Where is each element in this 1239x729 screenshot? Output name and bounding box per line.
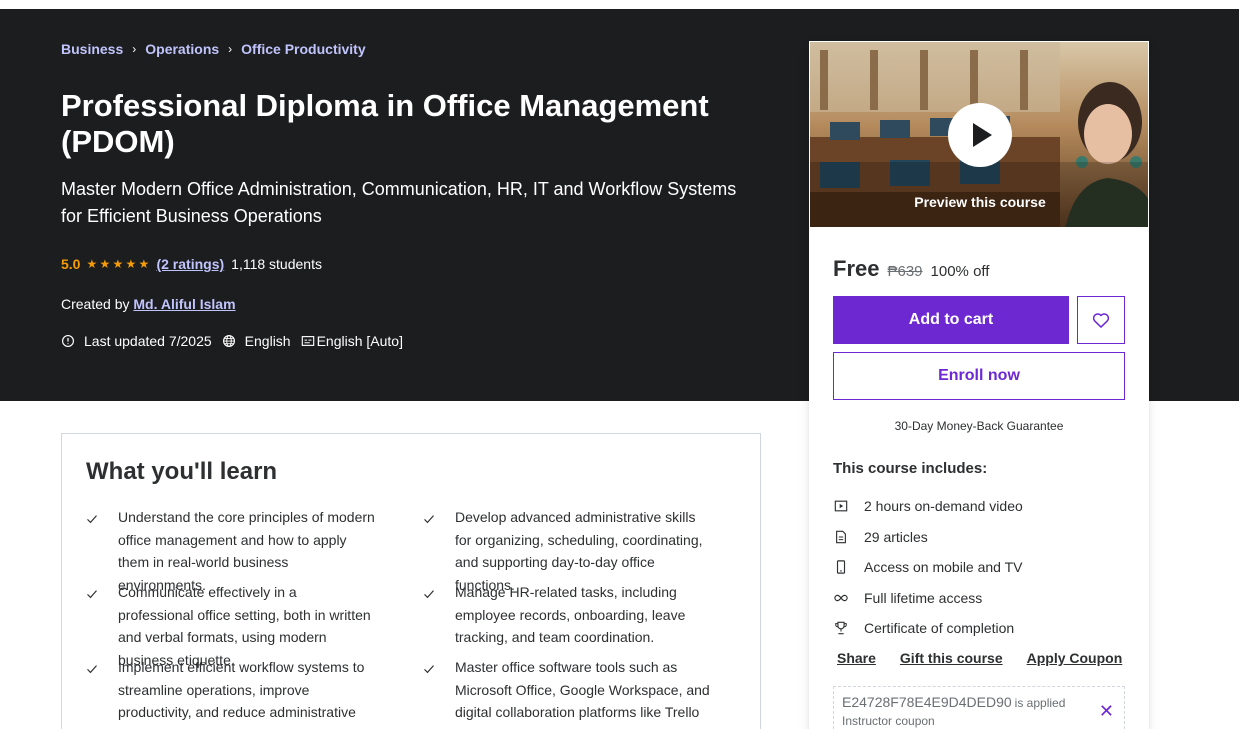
captions-text: English [Auto] [316, 333, 403, 349]
purchase-card: Preview this course Free ₱639 100% off A… [809, 41, 1149, 729]
list-item: Master office software tools such as Mic… [423, 656, 713, 729]
check-icon [423, 656, 439, 729]
chevron-right-icon: › [132, 42, 137, 56]
last-updated-text: Last updated 7/2025 [84, 333, 212, 349]
breadcrumb: Business › Operations › Office Productiv… [61, 41, 366, 57]
list-item: 29 articles [833, 522, 1023, 553]
play-icon [973, 123, 992, 147]
globe-icon [222, 335, 235, 347]
list-item: Manage HR-related tasks, including emplo… [423, 581, 713, 649]
check-icon [86, 656, 102, 729]
close-icon[interactable]: ✕ [1099, 701, 1114, 722]
course-subtitle: Master Modern Office Administration, Com… [61, 179, 737, 226]
list-item: Full lifetime access [833, 583, 1023, 614]
rating-value: 5.0 [61, 256, 81, 272]
discount-percent: 100% off [930, 263, 990, 280]
star-icon: ★ [99, 257, 111, 271]
include-text: Certificate of completion [864, 620, 1015, 637]
created-by-label: Created by [61, 296, 130, 312]
last-updated: Last updated 7/2025 [61, 333, 212, 349]
trophy-icon [833, 620, 849, 636]
coupon-code: E24728F78E4E9D4DED90 [842, 694, 1012, 710]
created-by: Created by Md. Aliful Islam [61, 296, 236, 312]
coupon-applied-text: is applied [1014, 696, 1066, 710]
star-rating: ★ ★ ★ ★ ★ [86, 258, 150, 270]
preview-label: Preview this course [914, 194, 1046, 210]
star-icon: ★ [138, 257, 150, 271]
learn-item-text: Master office software tools such as Mic… [455, 659, 710, 729]
breadcrumb-business[interactable]: Business [61, 41, 123, 57]
infinity-icon [833, 590, 849, 606]
heart-icon [1092, 313, 1110, 328]
instructor-link[interactable]: Md. Aliful Islam [133, 296, 235, 312]
breadcrumb-operations[interactable]: Operations [145, 41, 219, 57]
apply-coupon-button[interactable]: Apply Coupon [1027, 650, 1123, 666]
course-title: Professional Diploma in Office Managemen… [61, 88, 709, 159]
video-icon [833, 498, 849, 514]
alert-badge-icon [62, 335, 74, 347]
captions-icon [301, 336, 314, 346]
what-youll-learn: What you'll learn Understand the core pr… [61, 433, 761, 729]
includes-title: This course includes: [833, 460, 988, 477]
top-strip [0, 0, 1239, 9]
course-meta: Last updated 7/2025 English English [Aut… [61, 333, 413, 349]
list-item: Certificate of completion [833, 613, 1023, 644]
star-icon: ★ [125, 257, 137, 271]
applied-coupon: E24728F78E4E9D4DED90 is applied Instructo… [833, 686, 1125, 729]
include-text: 2 hours on-demand video [864, 498, 1023, 515]
includes-list: 2 hours on-demand video 29 articles Acce… [833, 491, 1023, 644]
captions: English [Auto] [301, 333, 403, 349]
include-text: Full lifetime access [864, 589, 983, 606]
share-button[interactable]: Share [837, 650, 876, 666]
enroll-now-button[interactable]: Enroll now [833, 352, 1125, 400]
learn-item-text: Manage HR-related tasks, including emplo… [455, 584, 686, 645]
wishlist-button[interactable] [1077, 296, 1125, 344]
list-item: Implement efficient workflow systems to … [86, 656, 376, 729]
star-icon: ★ [112, 257, 124, 271]
coupon-type: Instructor coupon [842, 714, 935, 728]
coupon-code-line: E24728F78E4E9D4DED90 is applied [842, 694, 1116, 710]
learn-title: What you'll learn [86, 458, 278, 485]
original-price: ₱639 [887, 263, 923, 280]
play-button[interactable] [948, 103, 1012, 167]
language: English [222, 333, 291, 349]
list-item: Access on mobile and TV [833, 552, 1023, 583]
gift-course-button[interactable]: Gift this course [900, 650, 1003, 666]
check-icon [423, 581, 439, 649]
breadcrumb-office-productivity[interactable]: Office Productivity [241, 41, 365, 57]
star-icon: ★ [86, 257, 98, 271]
include-text: Access on mobile and TV [864, 559, 1023, 576]
mobile-icon [833, 559, 849, 575]
article-icon [833, 529, 849, 545]
price-row: Free ₱639 100% off [833, 256, 989, 282]
students-count: 1,118 students [231, 256, 322, 272]
list-item: 2 hours on-demand video [833, 491, 1023, 522]
ratings-count-link[interactable]: (2 ratings) [156, 256, 224, 272]
rating-row: 5.0 ★ ★ ★ ★ ★ (2 ratings) 1,118 students [61, 256, 322, 272]
add-to-cart-button[interactable]: Add to cart [833, 296, 1069, 344]
course-preview[interactable]: Preview this course [809, 41, 1149, 228]
card-actions: Share Gift this course Apply Coupon [837, 650, 1146, 666]
money-back-guarantee: 30-Day Money-Back Guarantee [894, 419, 1064, 433]
learn-item-text: Implement efficient workflow systems to … [118, 659, 365, 729]
language-text: English [244, 333, 291, 349]
chevron-right-icon: › [228, 42, 233, 56]
current-price: Free [833, 256, 880, 281]
include-text: 29 articles [864, 528, 928, 545]
